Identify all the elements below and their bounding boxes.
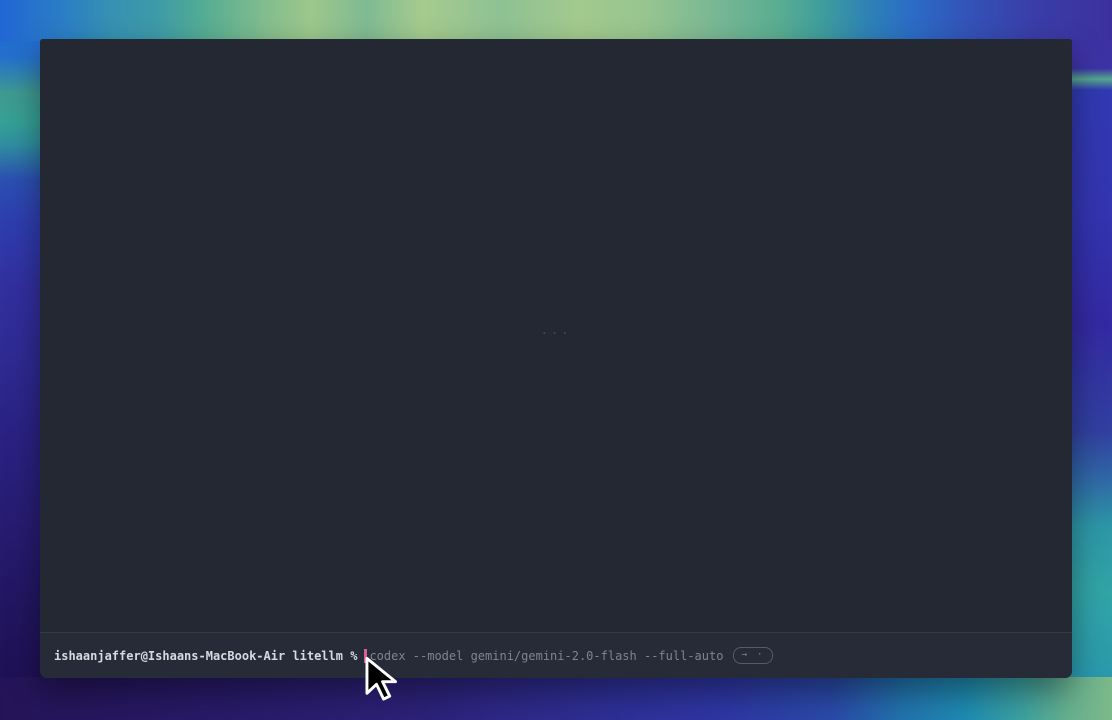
loading-indicator: ...	[541, 323, 572, 337]
terminal-input-line[interactable]: ishaanjaffer@Ishaans-MacBook-Air litellm…	[40, 632, 1072, 678]
terminal-output-area[interactable]: ...	[40, 39, 1072, 632]
text-cursor	[364, 649, 367, 663]
autosuggestion-text: codex --model gemini/gemini-2.0-flash --…	[369, 649, 723, 663]
desktop: ... ishaanjaffer@Ishaans-MacBook-Air lit…	[0, 0, 1112, 720]
shell-prompt: ishaanjaffer@Ishaans-MacBook-Air litellm…	[54, 649, 357, 663]
wallpaper-gradient-top	[0, 0, 1112, 41]
wallpaper-gradient-left	[0, 0, 44, 720]
accept-suggestion-hint: → ·	[733, 647, 772, 664]
terminal-window[interactable]: ... ishaanjaffer@Ishaans-MacBook-Air lit…	[40, 39, 1072, 678]
wallpaper-gradient-bottom	[0, 677, 1112, 720]
wallpaper-gradient-right	[1068, 0, 1112, 720]
